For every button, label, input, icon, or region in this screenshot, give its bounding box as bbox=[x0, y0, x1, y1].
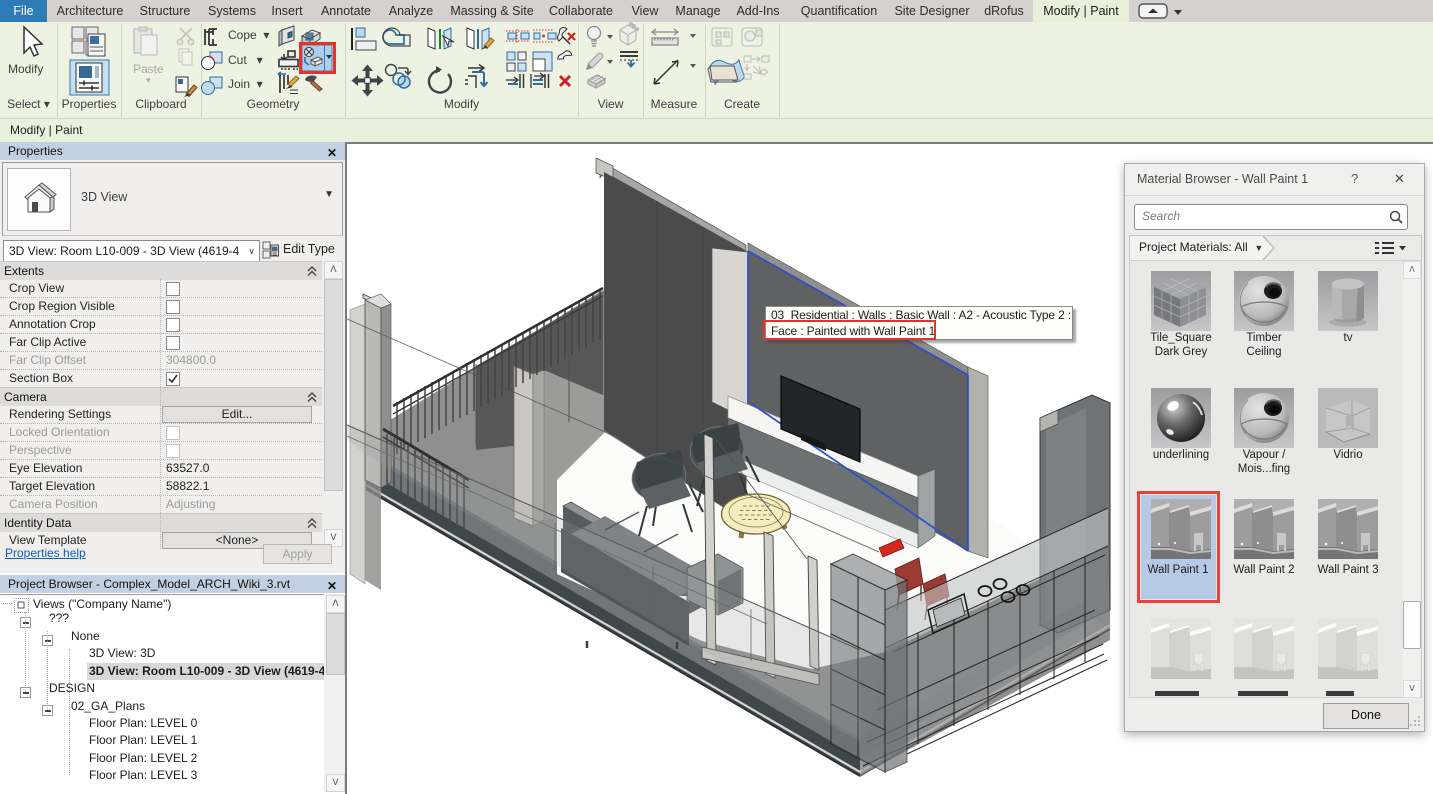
svg-text:Wall Paint 1: Wall Paint 1 bbox=[1148, 564, 1209, 576]
svg-text:Tile_Square: Tile_Square bbox=[1150, 332, 1212, 344]
svg-text:Dark Grey: Dark Grey bbox=[1155, 346, 1208, 358]
svg-text:Vidrio: Vidrio bbox=[1333, 449, 1362, 461]
svg-text:Mois...fing: Mois...fing bbox=[1238, 463, 1290, 475]
svg-text:Vapour /: Vapour / bbox=[1243, 449, 1286, 461]
svg-text:underlining: underlining bbox=[1153, 449, 1209, 461]
svg-text:Timber: Timber bbox=[1246, 332, 1282, 344]
svg-text:Ceiling: Ceiling bbox=[1246, 346, 1281, 358]
svg-text:Wall Paint 2: Wall Paint 2 bbox=[1234, 564, 1295, 576]
svg-text:tv: tv bbox=[1344, 332, 1353, 344]
svg-text:Wall Paint 3: Wall Paint 3 bbox=[1318, 564, 1379, 576]
